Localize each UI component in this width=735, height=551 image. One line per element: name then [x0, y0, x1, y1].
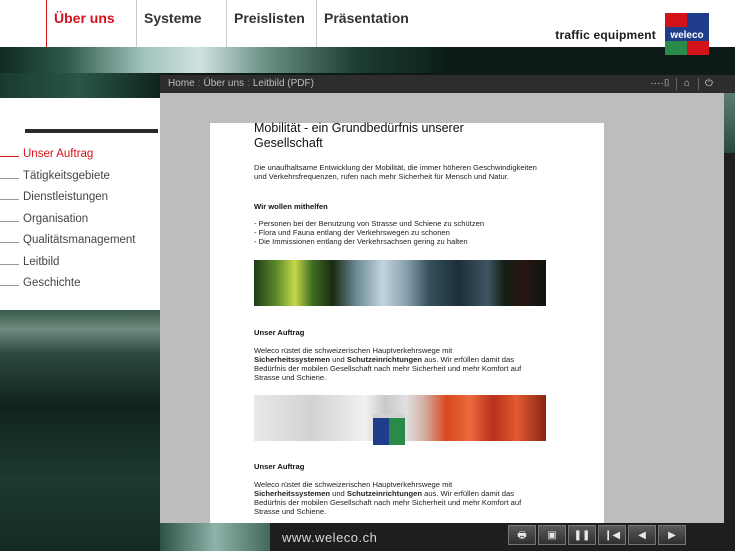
menu-dash	[0, 264, 19, 265]
nav-item-label: Preislisten	[234, 10, 305, 26]
sidebar-divider	[25, 129, 158, 133]
toolbar-divider	[676, 78, 677, 90]
bullet-item: - Die Immissionen entlang der Verkehrsac…	[254, 237, 468, 246]
document-intro: Die unaufhaltsame Entwicklung der Mobili…	[254, 163, 537, 181]
breadcrumb: Home: Über uns: Leitbild (PDF)	[168, 78, 314, 89]
sidebar-item-label: Unser Auftrag	[23, 148, 94, 160]
menu-dash	[0, 156, 19, 157]
sidebar-item-label: Dienstleistungen	[23, 191, 109, 203]
save-icon[interactable]: ▣	[538, 525, 566, 545]
bullet-list: - Personen bei der Benutzung von Strasse…	[254, 219, 484, 246]
menu-dash	[0, 221, 19, 222]
left-waterfall-image	[0, 73, 160, 98]
menu-dash	[0, 285, 19, 286]
sidebar-item-label: Organisation	[23, 213, 89, 225]
breadcrumb-home[interactable]: Home	[168, 78, 195, 89]
footer-waterfall-image	[160, 523, 270, 551]
window-right-edge	[724, 93, 735, 523]
section-heading-help: Wir wollen mithelfen	[254, 202, 328, 211]
nav-item-label: Präsentation	[324, 10, 409, 26]
sidebar-item-dienstleistungen[interactable]: Dienstleistungen	[0, 190, 160, 208]
nav-item-preislisten[interactable]: Preislisten	[226, 0, 316, 47]
sidebar-item-organisation[interactable]: Organisation	[0, 212, 160, 230]
site-url: www.weleco.ch	[282, 530, 378, 545]
sidebar-item-label: Geschichte	[23, 277, 81, 289]
nav-item-praesentation[interactable]: Präsentation	[316, 0, 427, 47]
sidebar-item-geschichte[interactable]: Geschichte	[0, 276, 160, 294]
bullet-item: - Personen bei der Benutzung von Strasse…	[254, 219, 485, 228]
header-waterfall-image	[0, 47, 444, 73]
sidebar-item-qualitaetsmanagement[interactable]: Qualitätsmanagement	[0, 233, 160, 251]
sidebar-background-image	[0, 310, 160, 551]
menu-dash	[0, 199, 19, 200]
print-icon[interactable]: 🖶	[508, 525, 536, 545]
brand-tagline: traffic equipment	[555, 28, 656, 42]
section-heading-auftrag: Unser Auftrag	[254, 328, 305, 337]
weleco-logo[interactable]: weleco	[665, 13, 709, 55]
breadcrumb-ueber-uns[interactable]: Über uns	[203, 78, 244, 89]
menu-dash	[0, 242, 19, 243]
nav-item-label: Über uns	[54, 10, 115, 26]
nav-item-ueber-uns[interactable]: Über uns	[46, 0, 136, 47]
sidebar-item-leitbild[interactable]: Leitbild	[0, 255, 160, 273]
zoom-icon[interactable]: ····⌷	[650, 77, 670, 91]
prev-icon[interactable]: ◀	[628, 525, 656, 545]
step-back-icon[interactable]: ❙◀	[598, 525, 626, 545]
power-icon[interactable]: ⏻	[702, 77, 716, 91]
nav-item-label: Systeme	[144, 10, 202, 26]
home-icon[interactable]: ⌂	[680, 77, 694, 91]
sidebar-item-taetigkeitsgebiete[interactable]: Tätigkeitsgebiete	[0, 169, 160, 187]
window-edge-image	[724, 93, 735, 153]
breadcrumb-current: Leitbild (PDF)	[252, 78, 314, 89]
menu-dash	[0, 178, 19, 179]
section-paragraph: Weleco rüstet die schweizerischen Hauptv…	[254, 346, 522, 382]
sidebar-item-label: Tätigkeitsgebiete	[23, 170, 110, 182]
bullet-item: - Flora und Fauna entlang der Verkehrswe…	[254, 228, 450, 237]
next-icon[interactable]: ▶	[658, 525, 686, 545]
document-title: Mobilität - ein Grundbedürfnis unserer G…	[254, 121, 464, 150]
logo-text: weleco	[669, 30, 703, 41]
nav-item-systeme[interactable]: Systeme	[136, 0, 226, 47]
sidebar-item-unser-auftrag[interactable]: Unser Auftrag	[0, 147, 160, 165]
section-heading-auftrag-2: Unser Auftrag	[254, 462, 305, 471]
sidebar-item-label: Leitbild	[23, 256, 60, 268]
section-paragraph-2: Weleco rüstet die schweizerischen Hauptv…	[254, 480, 522, 516]
sidebar-item-label: Qualitätsmanagement	[23, 234, 136, 246]
nature-collage-image	[254, 260, 546, 306]
pause-icon[interactable]: ❚❚	[568, 525, 596, 545]
logo-cube-image	[373, 414, 405, 445]
toolbar-divider	[698, 78, 699, 90]
